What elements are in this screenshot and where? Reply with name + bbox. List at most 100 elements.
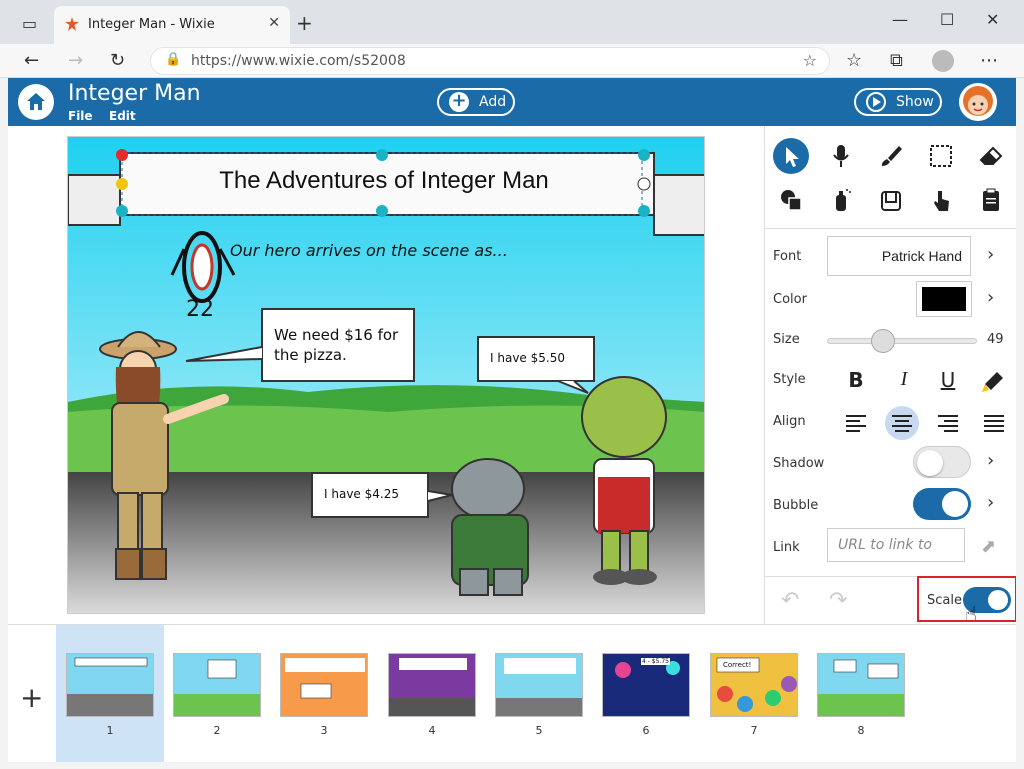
link-input[interactable]: URL to link to (827, 528, 965, 562)
scale-highlight-box (917, 576, 1016, 622)
clipboard-tool[interactable] (973, 182, 1009, 218)
favorites-icon[interactable]: ☆ (846, 50, 862, 71)
marquee-tool[interactable] (923, 138, 959, 174)
favorite-add-icon[interactable]: ☆ (803, 51, 817, 70)
spray-tool[interactable] (823, 182, 859, 218)
slide-thumb-3[interactable] (280, 653, 368, 717)
microphone-icon (833, 145, 849, 167)
thumb-6-text: 4 - $5.75 (641, 658, 670, 665)
shadow-chevron-icon[interactable]: › (987, 450, 994, 471)
add-slide-icon[interactable]: + (20, 681, 43, 714)
url-text: https://www.wixie.com/s52008 (191, 53, 406, 69)
external-link-icon[interactable]: ⬈ (981, 536, 996, 557)
add-button[interactable]: + Add (437, 88, 515, 116)
profile-icon[interactable] (932, 50, 954, 72)
slide-caption[interactable]: Our hero arrives on the scene as... (230, 241, 508, 260)
back-icon[interactable]: ← (24, 50, 39, 71)
minimize-icon[interactable]: — (892, 10, 908, 29)
bubble-toggle-knob (942, 491, 968, 517)
font-value: Patrick Hand (881, 248, 962, 264)
spray-can-icon (836, 189, 851, 211)
slide-thumb-6[interactable]: 4 - $5.75 (602, 653, 690, 717)
lock-icon: 🔒 (165, 52, 182, 67)
new-tab-icon[interactable]: + (296, 11, 313, 35)
align-left-button[interactable] (839, 406, 873, 440)
bubble-label: Bubble (773, 498, 819, 513)
user-avatar[interactable] (959, 83, 997, 121)
wixie-favicon-icon (65, 17, 79, 31)
align-label: Align (773, 414, 806, 429)
size-slider[interactable] (827, 338, 977, 344)
tab-title: Integer Man - Wixie (88, 17, 215, 32)
hero-number: 22 (186, 297, 214, 322)
eraser-tool[interactable] (973, 138, 1009, 174)
slide-thumb-7[interactable]: Correct! (710, 653, 798, 717)
more-icon[interactable]: ⋯ (980, 50, 998, 71)
redo-icon[interactable]: ↷ (829, 588, 847, 613)
record-tool[interactable] (823, 138, 859, 174)
home-button[interactable] (18, 84, 54, 120)
color-chevron-icon[interactable]: › (987, 287, 994, 308)
slide-thumb-4[interactable] (388, 653, 476, 717)
speech-bubble-3[interactable]: I have $4.25 (324, 487, 399, 501)
slide-thumb-1[interactable] (66, 653, 154, 717)
slide-title[interactable]: The Adventures of Integer Man (124, 167, 644, 195)
size-label: Size (773, 332, 800, 347)
browser-tab[interactable]: Integer Man - Wixie ✕ (54, 6, 290, 44)
url-field[interactable]: 🔒 https://www.wixie.com/s52008 ☆ (150, 47, 830, 75)
play-icon (866, 92, 886, 112)
touch-tool[interactable] (923, 182, 959, 218)
speech-bubble-1[interactable]: We need $16 for the pizza. (274, 325, 408, 365)
sticker-icon (881, 191, 901, 211)
highlight-button[interactable] (977, 368, 1007, 396)
show-button[interactable]: Show (854, 88, 942, 116)
brush-icon (881, 146, 902, 166)
bold-button[interactable]: B (841, 368, 871, 396)
italic-button[interactable]: I (889, 368, 919, 396)
color-fill (922, 287, 966, 311)
font-chevron-icon[interactable]: › (987, 244, 994, 265)
select-tool[interactable] (773, 138, 809, 174)
highlighter-icon (982, 372, 1003, 392)
font-selector[interactable]: Patrick Hand (827, 236, 971, 276)
refresh-icon[interactable]: ↻ (110, 50, 125, 71)
collections-icon[interactable]: ⧉ (890, 50, 903, 71)
slide-number-2: 2 (213, 724, 221, 737)
home-icon (27, 93, 45, 110)
undo-icon[interactable]: ↶ (781, 588, 799, 613)
project-title: Integer Man (68, 81, 201, 106)
align-center-button[interactable] (885, 406, 919, 440)
slide-thumb-2[interactable] (173, 653, 261, 717)
align-justify-button[interactable] (977, 406, 1011, 440)
forward-icon[interactable]: → (68, 50, 83, 71)
slide-thumb-8[interactable] (817, 653, 905, 717)
sticker-tool[interactable] (873, 182, 909, 218)
slide-thumb-5[interactable] (495, 653, 583, 717)
pointer-icon (786, 147, 799, 167)
shape-tool[interactable] (773, 182, 809, 218)
add-label: Add (479, 94, 507, 110)
speech-bubble-2[interactable]: I have $5.50 (490, 351, 565, 365)
align-left-icon (846, 415, 866, 432)
slide-strip: + 1 2 3 4 5 4 - $5.75 6 Correct! 7 8 (8, 624, 1016, 762)
align-right-button[interactable] (931, 406, 965, 440)
shadow-toggle[interactable] (913, 446, 971, 478)
underline-button[interactable]: U (933, 368, 963, 396)
edit-menu[interactable]: Edit (109, 109, 136, 123)
bubble-chevron-icon[interactable]: › (987, 492, 994, 513)
slide-number-8: 8 (857, 724, 865, 737)
tab-actions-icon[interactable]: ▭ (22, 14, 37, 33)
maximize-icon[interactable]: ☐ (940, 10, 954, 29)
align-center-icon (892, 415, 912, 432)
close-window-icon[interactable]: ✕ (986, 10, 999, 29)
bubble-toggle[interactable] (913, 488, 971, 520)
plus-icon: + (449, 92, 469, 112)
close-tab-icon[interactable]: ✕ (268, 15, 280, 31)
size-value: 49 (987, 332, 1004, 347)
hand-pointer-icon (934, 191, 949, 211)
paint-tool[interactable] (873, 138, 909, 174)
color-swatch[interactable] (916, 281, 972, 317)
slide-canvas[interactable]: The Adventures of Integer Man Our hero a… (67, 136, 705, 614)
file-menu[interactable]: File (68, 109, 93, 123)
size-slider-handle[interactable] (871, 329, 895, 353)
